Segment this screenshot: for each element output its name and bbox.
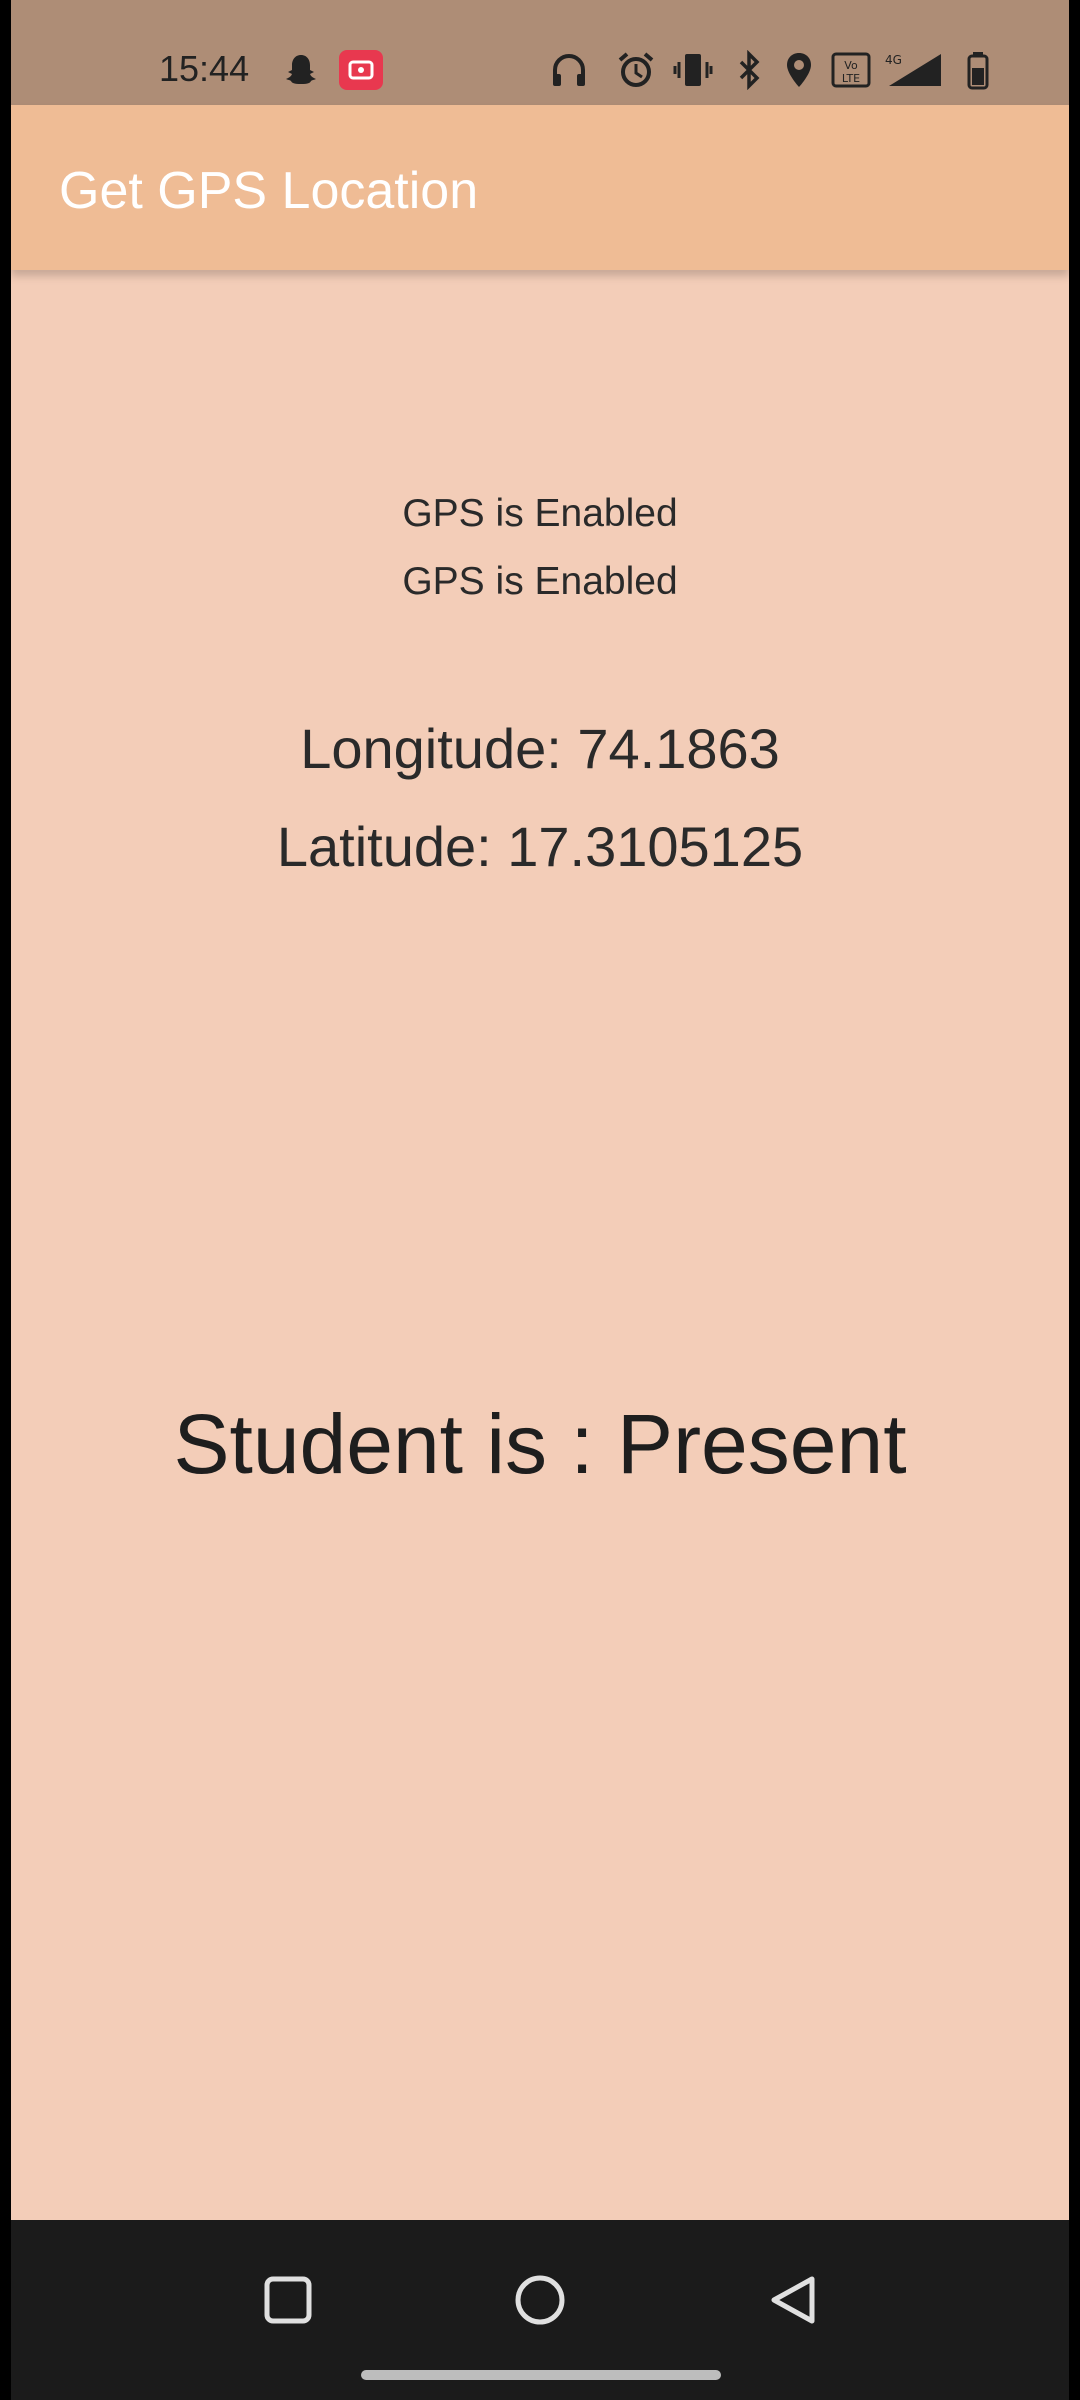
navigation-bar bbox=[11, 2220, 1069, 2400]
home-icon[interactable] bbox=[500, 2260, 580, 2340]
attendance-status-text: Student is : Present bbox=[173, 1397, 907, 1491]
latitude-text: Latitude: 17.3105125 bbox=[276, 815, 804, 878]
alarm-icon bbox=[616, 50, 656, 90]
gps-status-text: GPS is Enabled bbox=[402, 560, 678, 603]
volte-icon: Vo LTE bbox=[831, 50, 871, 90]
svg-text:4G: 4G bbox=[885, 53, 902, 67]
screen-record-icon bbox=[338, 49, 384, 91]
app-title: Get GPS Location bbox=[59, 162, 479, 220]
longitude-text: Longitude: 74.1863 bbox=[300, 717, 780, 780]
screen: 15:44 Vo LTE 4G Get GPS Location GPS is … bbox=[0, 0, 1080, 2400]
signal-4g-icon: 4G bbox=[881, 50, 945, 90]
app-bar: Get GPS Location bbox=[11, 105, 1069, 270]
snapchat-icon bbox=[281, 50, 321, 90]
headphones-icon bbox=[549, 50, 589, 90]
back-icon[interactable] bbox=[753, 2260, 833, 2340]
gps-status-text: GPS is Enabled bbox=[402, 492, 678, 535]
svg-text:Vo: Vo bbox=[844, 59, 858, 72]
vibrate-icon bbox=[673, 50, 713, 90]
location-icon bbox=[779, 50, 819, 90]
home-indicator[interactable] bbox=[361, 2370, 721, 2380]
status-time: 15:44 bbox=[159, 48, 250, 89]
bluetooth-icon bbox=[729, 50, 769, 90]
recent-apps-icon[interactable] bbox=[248, 2260, 328, 2340]
status-bar: 15:44 Vo LTE 4G bbox=[11, 0, 1069, 105]
battery-icon bbox=[961, 50, 1001, 90]
svg-text:LTE: LTE bbox=[842, 72, 860, 85]
app-window: 15:44 Vo LTE 4G Get GPS Location GPS is … bbox=[11, 0, 1069, 2400]
